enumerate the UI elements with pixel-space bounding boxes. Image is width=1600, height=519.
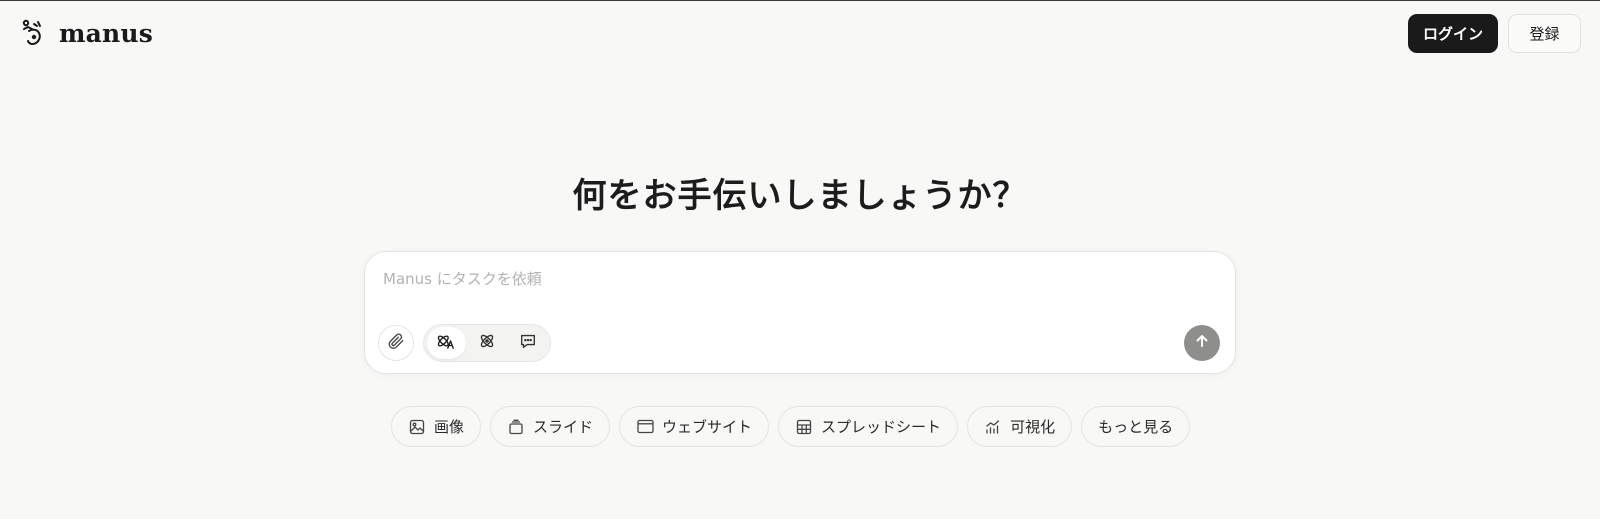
signup-button[interactable]: 登録 [1508, 14, 1581, 53]
task-input[interactable] [383, 266, 1143, 292]
chip-visualization[interactable]: 可視化 [967, 406, 1073, 447]
chip-label: スプレッドシート [821, 418, 942, 436]
chip-spreadsheet[interactable]: スプレッドシート [778, 406, 959, 447]
chip-website[interactable]: ウェブサイト [619, 406, 770, 447]
chip-label: 可視化 [1010, 418, 1056, 436]
send-button[interactable] [1184, 325, 1220, 361]
mode-research-button[interactable] [468, 327, 507, 359]
chip-label: もっと見る [1098, 418, 1174, 436]
chat-icon [519, 332, 537, 354]
login-button[interactable]: ログイン [1408, 14, 1498, 53]
mode-agent-button[interactable] [427, 327, 466, 359]
chart-icon [984, 418, 1002, 436]
task-composer [364, 251, 1236, 374]
chip-label: ウェブサイト [662, 418, 753, 436]
attach-button[interactable] [378, 325, 414, 361]
arrow-up-icon [1194, 333, 1210, 353]
paperclip-icon [387, 332, 405, 354]
image-icon [408, 418, 426, 436]
mode-selector [423, 324, 551, 362]
brand-name: manus [59, 18, 154, 48]
manus-hand-icon [21, 16, 47, 50]
chip-label: 画像 [434, 418, 465, 436]
page-title: 何をお手伝いしましょうか？ [572, 176, 1028, 216]
chip-image[interactable]: 画像 [391, 406, 482, 447]
brand-logo[interactable]: manus [21, 16, 153, 50]
atom-icon [478, 332, 496, 354]
chip-label: スライド [533, 418, 594, 436]
table-icon [795, 418, 813, 436]
chip-more[interactable]: もっと見る [1081, 406, 1191, 447]
browser-window-icon [636, 418, 654, 436]
chip-slides[interactable]: スライド [490, 406, 611, 447]
suggestion-chips: 画像 スライド ウェブサイト スプレッドシート 可視化 もっと見る [391, 406, 1191, 447]
slides-icon [507, 418, 525, 436]
top-border [0, 0, 1600, 1]
agent-mode-icon [436, 332, 456, 354]
mode-chat-button[interactable] [508, 327, 547, 359]
